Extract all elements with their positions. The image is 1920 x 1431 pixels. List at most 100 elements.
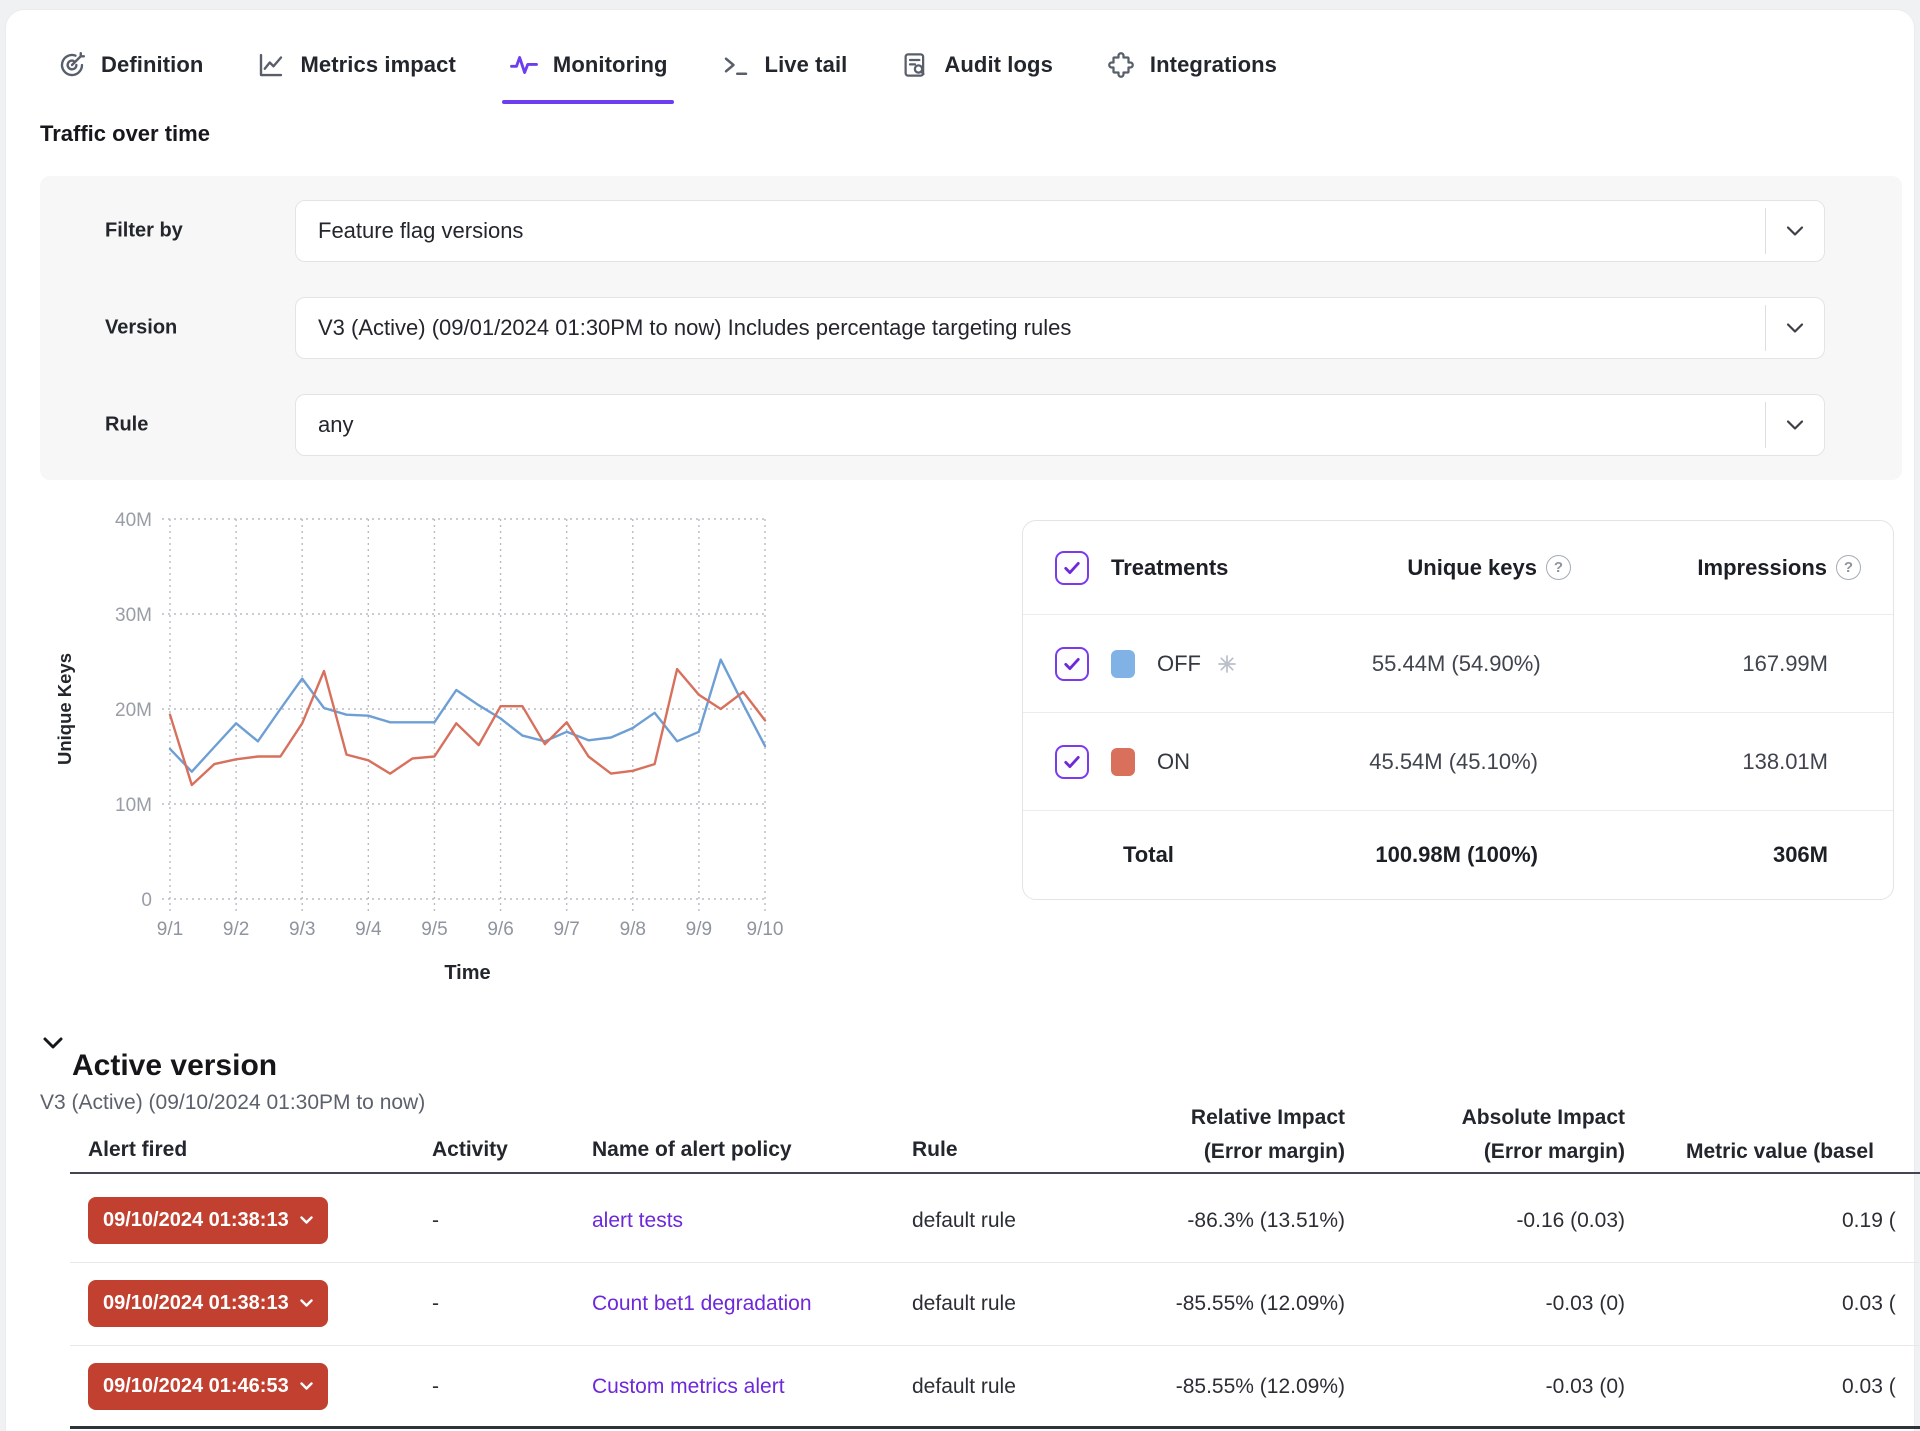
chevron-down-icon xyxy=(300,1216,313,1225)
default-treatment-icon xyxy=(1217,654,1237,674)
alert-policy-link[interactable]: Custom metrics alert xyxy=(592,1375,785,1399)
chevron-down-icon[interactable] xyxy=(1786,323,1804,334)
rule-cell: default rule xyxy=(912,1375,1016,1399)
treatment-name: OFF xyxy=(1157,651,1201,677)
terminal-icon xyxy=(720,49,752,81)
tab-label: Live tail xyxy=(765,52,848,78)
col-header-policy: Name of alert policy xyxy=(592,1138,792,1162)
treatment-off-checkbox[interactable] xyxy=(1055,647,1089,681)
treatment-name: ON xyxy=(1157,749,1190,775)
filter-by-value: Feature flag versions xyxy=(318,218,523,244)
tab-metrics-impact[interactable]: Metrics impact xyxy=(255,26,455,104)
absolute-impact-cell: -0.03 (0) xyxy=(1375,1375,1625,1399)
col-header-relative-impact-sub: (Error margin) xyxy=(1095,1140,1345,1164)
treatments-select-all-checkbox[interactable] xyxy=(1055,551,1089,585)
alert-fired-time: 09/10/2024 01:38:13 xyxy=(103,1292,289,1315)
svg-text:9/1: 9/1 xyxy=(157,919,183,940)
row-divider xyxy=(70,1262,1920,1263)
rule-select[interactable]: any xyxy=(295,394,1825,456)
rule-label: Rule xyxy=(105,414,148,437)
tab-audit-logs[interactable]: Audit logs xyxy=(899,26,1053,104)
tab-definition[interactable]: Definition xyxy=(56,26,203,104)
off-series-swatch xyxy=(1111,650,1135,678)
active-version-subtitle: V3 (Active) (09/10/2024 01:30PM to now) xyxy=(40,1091,425,1115)
svg-text:20M: 20M xyxy=(115,700,152,721)
chevron-down-icon[interactable] xyxy=(1786,226,1804,237)
select-divider xyxy=(1765,402,1766,448)
rule-cell: default rule xyxy=(912,1209,1016,1233)
tab-label: Metrics impact xyxy=(300,52,455,78)
target-icon xyxy=(56,49,88,81)
on-series-swatch xyxy=(1111,748,1135,776)
col-header-absolute-impact-sub: (Error margin) xyxy=(1375,1140,1625,1164)
alert-fired-button[interactable]: 09/10/2024 01:38:13 xyxy=(88,1197,328,1244)
col-header-activity: Activity xyxy=(432,1138,508,1162)
help-icon[interactable]: ? xyxy=(1836,555,1861,580)
svg-text:40M: 40M xyxy=(115,510,152,531)
impressions-header: Impressions xyxy=(1697,555,1827,581)
svg-text:10M: 10M xyxy=(115,795,152,816)
row-divider xyxy=(70,1345,1920,1346)
rule-value: any xyxy=(318,412,353,438)
alert-policy-link[interactable]: Count bet1 degradation xyxy=(592,1292,812,1316)
chevron-down-icon[interactable] xyxy=(1786,420,1804,431)
svg-text:9/8: 9/8 xyxy=(620,919,646,940)
impressions-value: 167.99M xyxy=(1742,651,1861,677)
treatment-row-off: OFF 55.44M (54.90%) 167.99M xyxy=(1023,614,1893,712)
select-divider xyxy=(1765,208,1766,254)
puzzle-icon xyxy=(1105,49,1137,81)
svg-text:Time: Time xyxy=(444,962,490,984)
filter-by-row: Filter by Feature flag versions xyxy=(40,200,1902,262)
tab-label: Definition xyxy=(101,52,203,78)
page-title: Traffic over time xyxy=(40,121,210,147)
activity-cell: - xyxy=(432,1292,439,1316)
help-icon[interactable]: ? xyxy=(1546,555,1571,580)
monitoring-page: Definition Metrics impact Monitoring xyxy=(0,0,1920,1431)
col-header-absolute-impact: Absolute Impact xyxy=(1375,1106,1625,1130)
filter-by-label: Filter by xyxy=(105,220,183,243)
alert-policy-link[interactable]: alert tests xyxy=(592,1209,683,1233)
version-row: Version V3 (Active) (09/01/2024 01:30PM … xyxy=(40,297,1902,359)
rule-cell: default rule xyxy=(912,1292,1016,1316)
table-bottom-border xyxy=(70,1426,1920,1429)
tab-live-tail[interactable]: Live tail xyxy=(720,26,848,104)
alert-fired-button[interactable]: 09/10/2024 01:38:13 xyxy=(88,1280,328,1327)
line-chart-icon xyxy=(255,49,287,81)
alert-fired-button[interactable]: 09/10/2024 01:46:53 xyxy=(88,1363,328,1410)
active-version-title: Active version xyxy=(72,1049,277,1083)
activity-cell: - xyxy=(432,1375,439,1399)
svg-text:9/3: 9/3 xyxy=(289,919,315,940)
absolute-impact-cell: -0.16 (0.03) xyxy=(1375,1209,1625,1233)
relative-impact-cell: -85.55% (12.09%) xyxy=(1095,1292,1345,1316)
treatments-header: Treatments xyxy=(1111,555,1228,581)
select-divider xyxy=(1765,305,1766,351)
metric-value-cell: 0.03 ( xyxy=(1842,1292,1896,1316)
rule-row: Rule any xyxy=(40,394,1902,456)
col-header-rule: Rule xyxy=(912,1138,958,1162)
filter-by-select[interactable]: Feature flag versions xyxy=(295,200,1825,262)
tab-integrations[interactable]: Integrations xyxy=(1105,26,1277,104)
audit-log-icon xyxy=(899,49,931,81)
total-label: Total xyxy=(1123,842,1174,868)
tab-label: Audit logs xyxy=(944,52,1053,78)
tab-monitoring[interactable]: Monitoring xyxy=(508,26,668,104)
svg-text:9/2: 9/2 xyxy=(223,919,249,940)
svg-text:9/7: 9/7 xyxy=(553,919,579,940)
svg-text:9/5: 9/5 xyxy=(421,919,447,940)
treatments-total-row: Total 100.98M (100%) 306M xyxy=(1023,810,1893,899)
table-header-divider xyxy=(70,1172,1920,1174)
total-impressions: 306M xyxy=(1773,842,1861,868)
alert-fired-time: 09/10/2024 01:38:13 xyxy=(103,1209,289,1232)
svg-text:9/10: 9/10 xyxy=(747,919,784,940)
metric-value-cell: 0.19 ( xyxy=(1842,1209,1896,1233)
collapse-chevron-icon[interactable] xyxy=(42,1036,64,1050)
unique-keys-header: Unique keys xyxy=(1407,555,1537,581)
version-value: V3 (Active) (09/01/2024 01:30PM to now) … xyxy=(318,315,1071,341)
chevron-down-icon xyxy=(300,1382,313,1391)
version-select[interactable]: V3 (Active) (09/01/2024 01:30PM to now) … xyxy=(295,297,1825,359)
total-unique-keys: 100.98M (100%) xyxy=(1375,842,1571,868)
treatment-on-checkbox[interactable] xyxy=(1055,745,1089,779)
unique-keys-value: 45.54M (45.10%) xyxy=(1369,749,1571,775)
col-header-alert-fired: Alert fired xyxy=(88,1138,187,1162)
pulse-icon xyxy=(508,49,540,81)
